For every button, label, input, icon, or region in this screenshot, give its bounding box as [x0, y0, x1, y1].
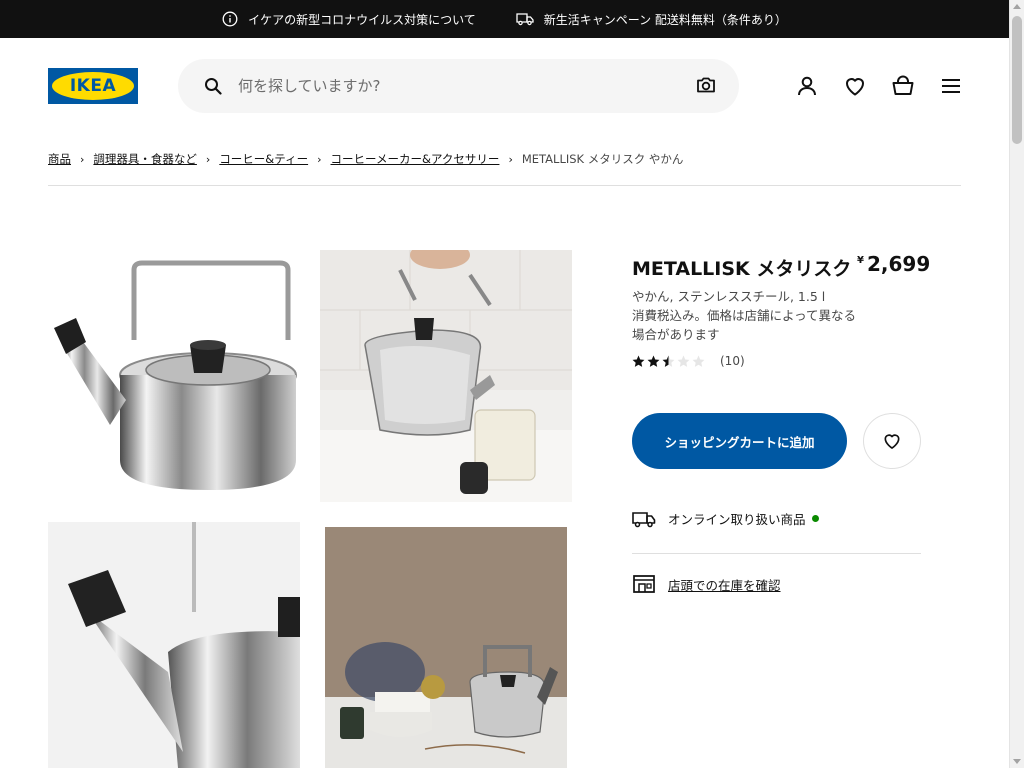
- add-to-cart-button[interactable]: ショッピングカートに追加: [632, 413, 847, 469]
- scrollbar-thumb[interactable]: [1012, 16, 1022, 144]
- product-image-main[interactable]: [48, 250, 300, 502]
- search-input[interactable]: [238, 74, 678, 98]
- info-icon: [222, 11, 238, 27]
- favorites-heart-icon[interactable]: [843, 74, 867, 98]
- ikea-logo[interactable]: IKEA: [48, 68, 138, 104]
- star-empty-icon: [677, 355, 690, 367]
- store-icon: [633, 575, 655, 593]
- truck-icon: [516, 13, 534, 26]
- product-price: ¥ 2,699: [857, 252, 930, 276]
- add-to-favorites-button[interactable]: [863, 413, 921, 469]
- scroll-down-arrow-icon[interactable]: [1013, 759, 1021, 764]
- breadcrumb-item-products[interactable]: 商品: [48, 151, 71, 167]
- chevron-right-icon: ›: [80, 152, 85, 166]
- page-scrollbar[interactable]: [1009, 0, 1024, 768]
- star-half-icon: [662, 355, 675, 367]
- shopping-bag-icon[interactable]: [891, 74, 915, 98]
- search-bar[interactable]: [178, 59, 739, 113]
- product-spec: やかん, ステンレススチール, 1.5 l: [632, 289, 826, 304]
- product-image-pouring[interactable]: [320, 250, 572, 502]
- top-notice-bar: イケアの新型コロナウイルス対策について 新生活キャンペーン 配送料無料（条件あり…: [0, 0, 1009, 38]
- delivery-notice-text: 新生活キャンペーン 配送料無料（条件あり）: [543, 12, 787, 27]
- covid-notice-text: イケアの新型コロナウイルス対策について: [248, 12, 476, 27]
- product-description: やかん, ステンレススチール, 1.5 l 消費税込み。価格は店舗によって異なる…: [632, 287, 862, 344]
- availability-status-dot: [811, 515, 819, 522]
- info-divider: [632, 553, 921, 554]
- store-stock-check[interactable]: 店頭での在庫を確認: [632, 574, 781, 594]
- breadcrumb-item-coffee-tea[interactable]: コーヒー&ティー: [219, 151, 308, 167]
- product-image-lifestyle[interactable]: [325, 527, 567, 768]
- user-account-icon[interactable]: [795, 74, 819, 98]
- breadcrumb-item-current: METALLISK メタリスク やかん: [521, 152, 684, 166]
- chevron-right-icon: ›: [205, 152, 211, 166]
- header-divider: [48, 185, 961, 186]
- chevron-right-icon: ›: [317, 152, 322, 166]
- star-empty-icon: [692, 355, 705, 367]
- delivery-notice-link[interactable]: 新生活キャンペーン 配送料無料（条件あり）: [516, 11, 787, 28]
- scroll-up-arrow-icon[interactable]: [1013, 4, 1021, 9]
- product-image-closeup[interactable]: [48, 522, 300, 768]
- search-icon[interactable]: [204, 77, 222, 95]
- review-count[interactable]: (10): [720, 354, 745, 368]
- online-availability: オンライン取り扱い商品: [632, 509, 819, 528]
- product-title: METALLISK メタリスク: [632, 258, 852, 280]
- logo-text: IKEA: [52, 72, 134, 100]
- price-amount: 2,699: [866, 252, 931, 276]
- camera-search-icon[interactable]: [696, 76, 716, 94]
- price-note: 消費税込み。価格は店舗によって異なる場合があります: [632, 308, 857, 342]
- hamburger-menu-icon[interactable]: [939, 74, 963, 98]
- breadcrumb-item-cookware[interactable]: 調理器具・食器など: [93, 151, 197, 167]
- price-currency: ¥: [857, 255, 864, 266]
- covid-notice-link[interactable]: イケアの新型コロナウイルス対策について: [222, 11, 476, 28]
- star-full-icon: [632, 355, 645, 367]
- breadcrumb-item-coffee-makers[interactable]: コーヒーメーカー&アクセサリー: [331, 151, 500, 167]
- online-label: オンライン取り扱い商品: [668, 512, 806, 527]
- heart-icon: [884, 434, 900, 449]
- store-stock-link[interactable]: 店頭での在庫を確認: [668, 575, 781, 594]
- star-full-icon: [647, 355, 660, 367]
- breadcrumb: 商品 › 調理器具・食器など › コーヒー&ティー › コーヒーメーカー&アクセ…: [48, 151, 683, 167]
- product-rating[interactable]: (10): [632, 354, 745, 368]
- chevron-right-icon: ›: [508, 152, 513, 166]
- delivery-truck-icon: [632, 511, 656, 527]
